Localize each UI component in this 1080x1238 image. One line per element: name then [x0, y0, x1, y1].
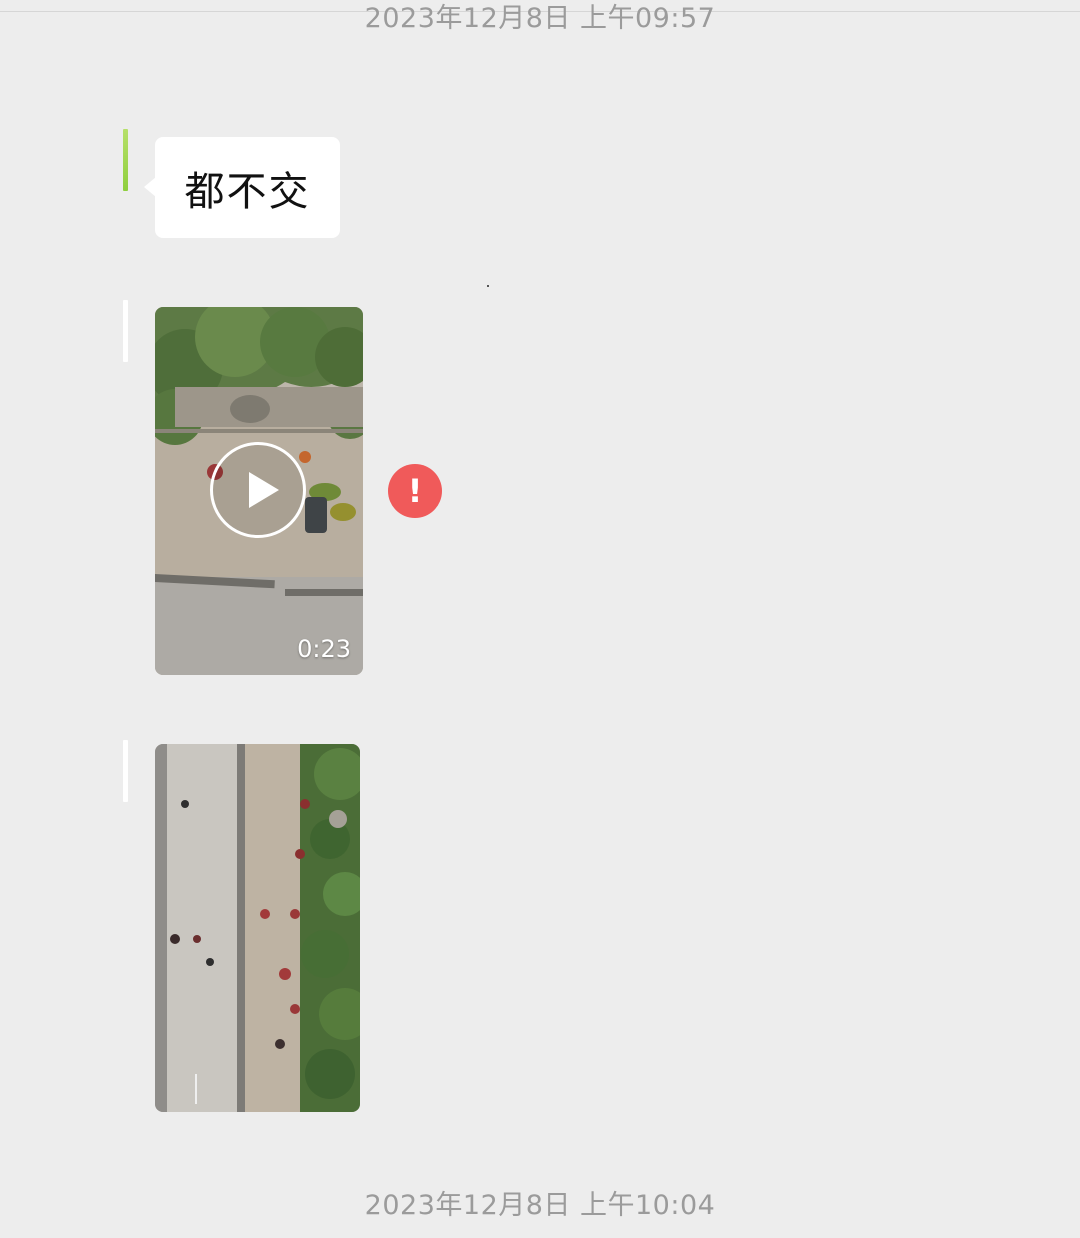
image-message-thumbnail[interactable]: [155, 744, 360, 1112]
send-failed-error-icon[interactable]: !: [388, 464, 442, 518]
chat-timestamp: 2023年12月8日 上午10:04: [364, 1190, 716, 1221]
sender-avatar[interactable]: [123, 300, 128, 362]
play-icon[interactable]: [210, 442, 306, 538]
sender-avatar[interactable]: [123, 129, 128, 191]
image-illustration: [155, 744, 360, 1112]
chat-timestamp: 2023年12月8日 上午09:57: [364, 3, 716, 34]
message-text: 都不交: [184, 168, 311, 215]
sender-avatar[interactable]: [123, 740, 128, 802]
speck: [487, 285, 489, 287]
video-message-thumbnail[interactable]: 0:23: [155, 307, 363, 675]
text-message-bubble[interactable]: 都不交: [144, 137, 340, 238]
video-duration: 0:23: [297, 635, 351, 663]
